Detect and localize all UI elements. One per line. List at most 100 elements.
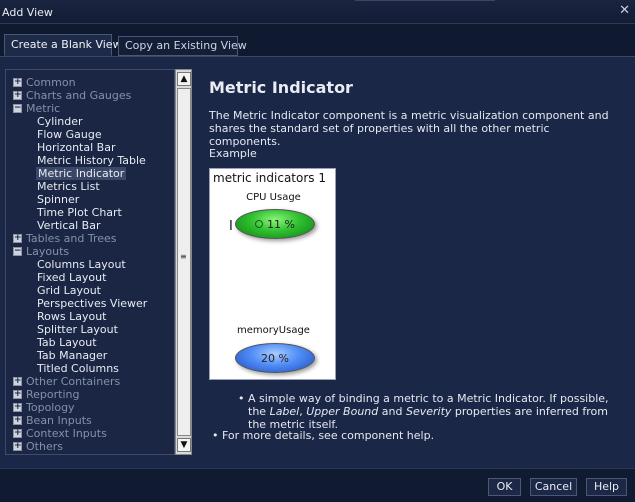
cpu-usage-value: 11 % (267, 217, 295, 231)
component-title: Metric Indicator (209, 78, 353, 97)
tree-item-grid-layout[interactable]: Grid Layout (6, 284, 174, 297)
ok-button[interactable]: OK (488, 478, 521, 496)
tree-label: Perspectives Viewer (37, 297, 148, 310)
status-dot-icon (255, 220, 264, 228)
expand-icon[interactable]: + (13, 416, 22, 425)
tree-item-horizontal-bar[interactable]: Horizontal Bar (6, 141, 174, 154)
tree-label: Flow Gauge (37, 128, 102, 141)
component-tree[interactable]: + Common + Charts and Gauges − Metric Cylinder… (5, 69, 175, 455)
window-title: Add View (2, 6, 53, 19)
dialog-footer: OK Cancel Help (0, 468, 635, 502)
cpu-usage-indicator: 11 % (235, 209, 315, 239)
tree-category-reporting[interactable]: + Reporting (6, 388, 174, 401)
tree-item-metric-history-table[interactable]: Metric History Table (6, 154, 174, 167)
tree-label: Time Plot Chart (37, 206, 122, 219)
scroll-down-icon[interactable]: ▼ (177, 438, 191, 452)
tree-item-tab-layout[interactable]: Tab Layout (6, 336, 174, 349)
scroll-thumb[interactable]: ≡ (177, 88, 191, 436)
tree-item-vertical-bar[interactable]: Vertical Bar (6, 219, 174, 232)
tree-item-cylinder[interactable]: Cylinder (6, 115, 174, 128)
memory-usage-indicator: 20 % (235, 343, 315, 373)
background-window-edge (355, 0, 495, 3)
close-icon[interactable]: ✕ (619, 4, 630, 18)
collapse-icon[interactable]: − (13, 104, 22, 113)
tree-label: Context Inputs (26, 427, 107, 440)
title-bar: Add View ✕ (0, 0, 635, 24)
tree-label: Layouts (26, 245, 70, 258)
expand-icon[interactable]: + (13, 390, 22, 399)
tree-category-common[interactable]: + Common (6, 76, 174, 89)
expand-icon[interactable]: + (13, 91, 22, 100)
tree-category-topology[interactable]: + Topology (6, 401, 174, 414)
tree-item-tab-manager[interactable]: Tab Manager (6, 349, 174, 362)
expand-icon[interactable]: + (13, 78, 22, 87)
expand-icon[interactable]: + (13, 442, 22, 451)
tree-item-spinner[interactable]: Spinner (6, 193, 174, 206)
scroll-up-icon[interactable]: ▲ (177, 72, 191, 86)
tree-item-fixed-layout[interactable]: Fixed Layout (6, 271, 174, 284)
tree-category-tables-and-trees[interactable]: + Tables and Trees (6, 232, 174, 245)
tree-label: Tab Layout (37, 336, 97, 349)
tree-category-context-inputs[interactable]: + Context Inputs (6, 427, 174, 440)
tree-label: Topology (26, 401, 75, 414)
tree-label: Bean Inputs (26, 414, 92, 427)
tree-label: Charts and Gauges (26, 89, 132, 102)
tree-label: Others (26, 440, 63, 453)
example-label: Example (209, 147, 257, 160)
tree-item-time-plot-chart[interactable]: Time Plot Chart (6, 206, 174, 219)
expand-icon[interactable]: + (13, 429, 22, 438)
tree-category-other-containers[interactable]: + Other Containers (6, 375, 174, 388)
collapse-icon[interactable]: − (13, 247, 22, 256)
expand-icon[interactable]: + (13, 377, 22, 386)
component-description: The Metric Indicator component is a metr… (209, 109, 609, 148)
tree-label: Metric (26, 102, 61, 115)
tree-label: Common (26, 76, 76, 89)
tab-create-blank-view[interactable]: Create a Blank View (4, 34, 122, 56)
tree-label: Metrics List (37, 180, 100, 193)
cpu-usage-label: CPU Usage (246, 192, 301, 203)
memory-usage-value: 20 % (261, 351, 289, 365)
binding-note: • A simple way of binding a metric to a … (238, 392, 609, 431)
tree-label: Fixed Layout (37, 271, 107, 284)
tree-category-bean-inputs[interactable]: + Bean Inputs (6, 414, 174, 427)
tree-item-flow-gauge[interactable]: Flow Gauge (6, 128, 174, 141)
tree-label: Rows Layout (37, 310, 107, 323)
tree-item-perspectives-viewer[interactable]: Perspectives Viewer (6, 297, 174, 310)
tree-item-rows-layout[interactable]: Rows Layout (6, 310, 174, 323)
tree-category-metric[interactable]: − Metric (6, 102, 174, 115)
tree-label: Splitter Layout (37, 323, 118, 336)
tree-label: Titled Columns (37, 362, 119, 375)
tree-label: Metric History Table (37, 154, 146, 167)
tree-item-metric-indicator[interactable]: Metric Indicator (6, 167, 174, 180)
example-preview: metric indicators 1 CPU Usage 11 % I mem… (209, 168, 336, 380)
bullet-icon: • (238, 392, 245, 405)
help-button[interactable]: Help (586, 478, 627, 496)
tree-label: Tab Manager (37, 349, 108, 362)
tree-item-splitter-layout[interactable]: Splitter Layout (6, 323, 174, 336)
tree-label: Tables and Trees (26, 232, 117, 245)
tree-category-layouts[interactable]: − Layouts (6, 245, 174, 258)
grip-icon: ≡ (180, 252, 187, 261)
tab-copy-existing-view[interactable]: Copy an Existing View (118, 36, 247, 56)
expand-icon[interactable]: + (13, 234, 22, 243)
tree-label: Vertical Bar (37, 219, 101, 232)
tree-label: Spinner (37, 193, 80, 206)
tree-item-metrics-list[interactable]: Metrics List (6, 180, 174, 193)
tree-label: Other Containers (26, 375, 121, 388)
tree-category-others[interactable]: + Others (6, 440, 174, 453)
tree-item-columns-layout[interactable]: Columns Layout (6, 258, 174, 271)
tree-label: Reporting (26, 388, 80, 401)
expand-icon[interactable]: + (13, 403, 22, 412)
tree-category-charts-and-gauges[interactable]: + Charts and Gauges (6, 89, 174, 102)
cancel-button[interactable]: Cancel (530, 478, 577, 496)
tree-item-titled-columns[interactable]: Titled Columns (6, 362, 174, 375)
tree-label: Columns Layout (37, 258, 126, 271)
text-cursor-icon: I (229, 219, 233, 234)
tree-scrollbar[interactable]: ▲ ≡ ▼ (175, 69, 192, 455)
tree-label: Horizontal Bar (37, 141, 116, 154)
bullet-icon: • (212, 429, 219, 442)
example-title: metric indicators 1 (213, 171, 326, 185)
tree-label: Cylinder (37, 115, 83, 128)
tree-label: Grid Layout (37, 284, 101, 297)
tree-label: Metric Indicator (36, 167, 127, 180)
